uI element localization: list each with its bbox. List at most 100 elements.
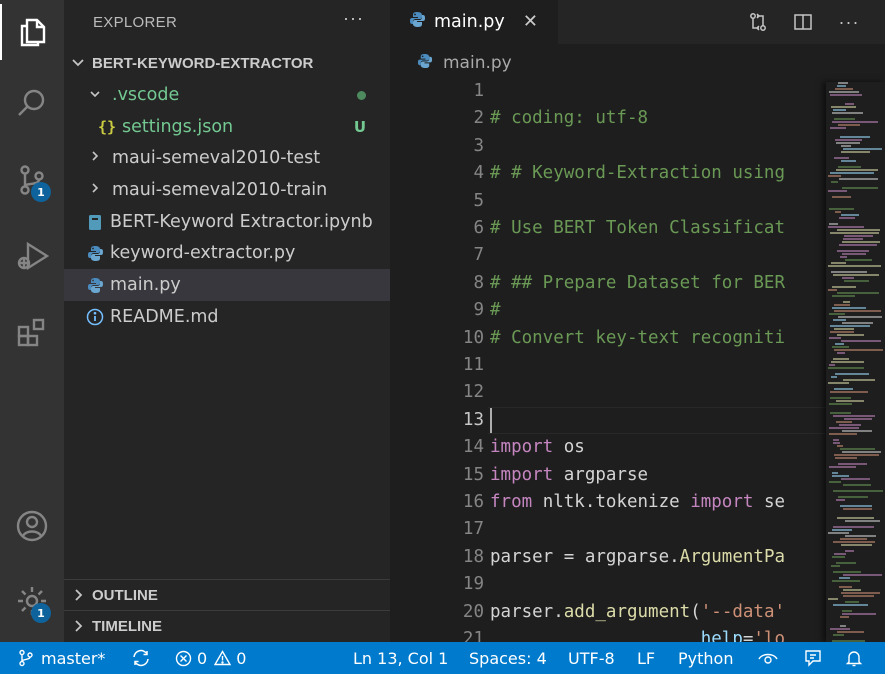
open-changes-icon[interactable] <box>746 10 770 34</box>
encoding-status[interactable]: UTF-8 <box>568 642 615 674</box>
line-number: 5 <box>473 190 484 211</box>
minimap-line <box>831 181 838 183</box>
minimap-line <box>829 427 859 429</box>
minimap-line <box>831 376 837 378</box>
minimap-line <box>834 304 850 306</box>
close-tab-icon[interactable]: ✕ <box>523 11 538 32</box>
info-file-icon <box>84 307 106 327</box>
minimap-line <box>833 439 839 441</box>
minimap-line <box>842 187 878 189</box>
explorer-files-icon[interactable] <box>0 4 64 60</box>
json-file-icon: {} <box>97 118 117 136</box>
minimap-line <box>830 391 868 393</box>
minimap-line <box>841 340 881 342</box>
minimap-line <box>835 343 844 345</box>
code-line: from nltk.tokenize import se <box>490 492 826 512</box>
minimap-line <box>829 403 852 405</box>
settings-gear-icon[interactable] <box>0 573 64 629</box>
live-share-icon[interactable] <box>758 642 778 674</box>
minimap-line <box>828 226 864 228</box>
more-actions-icon[interactable]: ··· <box>837 10 861 34</box>
warning-count: 0 <box>236 648 247 668</box>
outline-label: OUTLINE <box>92 586 158 604</box>
chevron-right-icon <box>86 150 104 166</box>
sync-icon[interactable] <box>131 642 151 674</box>
language-mode[interactable]: Python <box>678 642 733 674</box>
extensions-icon[interactable] <box>0 304 64 360</box>
minimap-line <box>833 490 883 492</box>
minimap-line <box>833 634 844 636</box>
minimap-line <box>837 229 880 231</box>
minimap-line <box>829 313 845 315</box>
code-token: parser. <box>490 601 564 622</box>
tree-item-vscode-folder[interactable]: .vscode <box>64 79 390 111</box>
split-editor-icon[interactable] <box>791 10 815 34</box>
run-debug-icon[interactable] <box>0 228 64 284</box>
tree-item-ipynb[interactable]: BERT-Keyword Extractor.ipynb <box>64 206 390 238</box>
root-folder-header[interactable]: BERT-KEYWORD-EXTRACTOR <box>64 48 390 78</box>
minimap-line <box>843 508 872 510</box>
minimap-line <box>828 190 847 192</box>
minimap-line <box>841 478 870 480</box>
tree-item-label: main.py <box>110 275 181 295</box>
minimap-line <box>837 445 843 447</box>
minimap-line <box>838 316 882 318</box>
git-untracked-badge: U <box>353 118 366 136</box>
minimap-line <box>832 529 852 531</box>
minimap-line <box>830 331 854 333</box>
minimap-line <box>829 364 835 366</box>
more-actions-icon[interactable]: ··· <box>343 8 364 29</box>
tab-main-py[interactable]: main.py ✕ <box>390 0 558 44</box>
notifications-bell-icon[interactable] <box>846 642 862 674</box>
minimap-line <box>833 541 875 543</box>
tree-item-settings-json[interactable]: {} settings.json U <box>64 111 390 143</box>
tree-item-test-folder[interactable]: maui-semeval2010-test <box>64 142 390 174</box>
tree-item-keyword-extractor-py[interactable]: keyword-extractor.py <box>64 237 390 269</box>
line-number: 12 <box>462 382 484 403</box>
minimap-line <box>838 496 868 498</box>
line-number: 3 <box>473 135 484 156</box>
search-icon[interactable] <box>0 75 64 131</box>
line-number: 17 <box>462 519 484 540</box>
code-token: import <box>490 437 554 458</box>
cursor-position[interactable]: Ln 13, Col 1 <box>353 642 448 674</box>
minimap-line <box>843 148 882 150</box>
error-count: 0 <box>197 648 208 668</box>
account-icon[interactable] <box>0 498 64 554</box>
minimap-line <box>840 136 870 138</box>
minimap-line <box>833 442 840 444</box>
feedback-icon[interactable] <box>804 642 822 674</box>
branch-status[interactable]: master* <box>18 642 105 674</box>
git-branch-icon <box>18 649 34 667</box>
chevron-right-icon <box>86 182 104 198</box>
code-line: import os <box>490 437 826 457</box>
eol-status[interactable]: LF <box>637 642 655 674</box>
outline-section-header[interactable]: OUTLINE <box>64 580 390 610</box>
breadcrumb[interactable]: main.py <box>390 44 885 82</box>
indentation-status[interactable]: Spaces: 4 <box>469 642 547 674</box>
minimap-line <box>833 571 861 573</box>
minimap-line <box>829 91 859 93</box>
breadcrumb-file[interactable]: main.py <box>443 53 512 73</box>
code-token: # # Keyword-Extraction using <box>490 163 786 184</box>
minimap-line <box>838 124 860 126</box>
minimap-line <box>831 106 856 108</box>
tree-item-main-py[interactable]: main.py <box>64 269 390 301</box>
code-token: # Convert key-text recogniti <box>490 327 786 348</box>
minimap-line <box>828 532 849 534</box>
minimap-line <box>829 223 838 225</box>
minimap[interactable] <box>826 82 885 642</box>
tree-item-train-folder[interactable]: maui-semeval2010-train <box>64 174 390 206</box>
status-bar: master* 0 0 Ln 13, Col 1 Spaces: 4 UTF-8… <box>0 642 885 674</box>
timeline-section-header[interactable]: TIMELINE <box>64 611 390 641</box>
problems-status[interactable]: 0 0 <box>175 642 246 674</box>
code-token: nltk.tokenize <box>532 492 691 512</box>
minimap-line <box>842 277 854 279</box>
minimap-line <box>829 337 841 339</box>
line-number: 1 <box>473 81 484 101</box>
source-control-icon[interactable] <box>0 152 64 208</box>
minimap-line <box>831 361 864 363</box>
minimap-line <box>832 346 849 348</box>
minimap-line <box>841 145 851 147</box>
tree-item-readme[interactable]: README.md <box>64 301 390 333</box>
